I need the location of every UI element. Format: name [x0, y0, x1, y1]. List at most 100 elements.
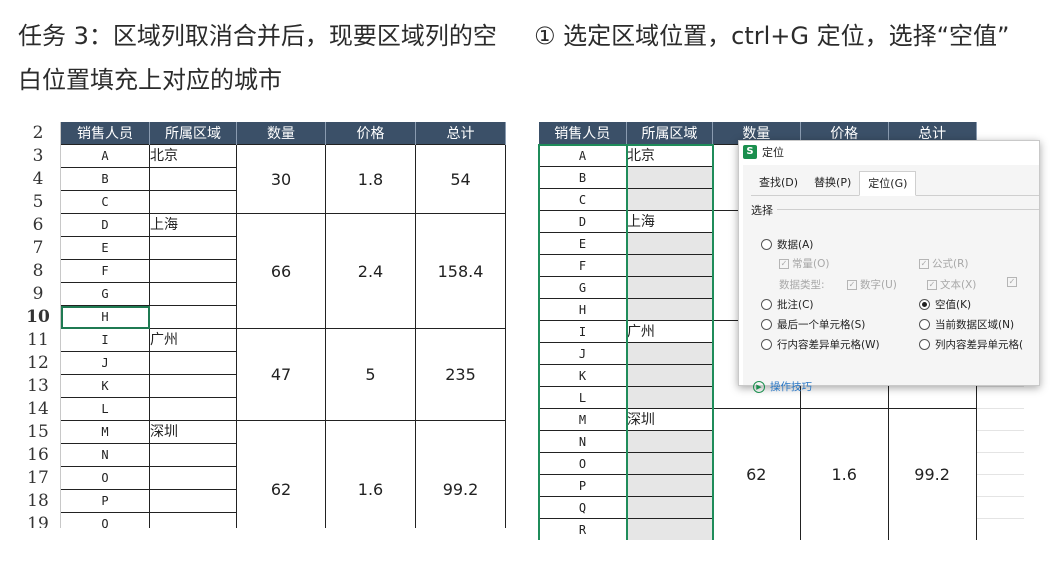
- option-col-diff[interactable]: 列内容差异单元格(: [919, 337, 1023, 352]
- region-cell-blank-selected[interactable]: [625, 518, 713, 540]
- radio-blank[interactable]: [919, 299, 930, 310]
- person-cell[interactable]: I: [60, 328, 150, 352]
- row-number[interactable]: 15: [16, 420, 61, 444]
- option-data[interactable]: 数据(A): [761, 237, 813, 252]
- option-current-region[interactable]: 当前数据区域(N): [919, 317, 1014, 332]
- row-number[interactable]: 3: [16, 144, 61, 168]
- region-cell-empty[interactable]: [149, 236, 237, 260]
- empty-cell[interactable]: [976, 518, 1024, 540]
- region-cell-blank-selected[interactable]: [625, 232, 713, 255]
- person-cell[interactable]: Q: [538, 496, 627, 519]
- person-cell[interactable]: P: [60, 489, 150, 513]
- region-cell[interactable]: 深圳: [625, 408, 713, 431]
- region-cell-empty[interactable]: [149, 282, 237, 306]
- empty-cell[interactable]: [976, 386, 1024, 409]
- region-cell-blank-selected[interactable]: [625, 496, 713, 519]
- row-number[interactable]: 14: [16, 397, 61, 421]
- row-number[interactable]: 16: [16, 443, 61, 467]
- region-cell-blank-selected[interactable]: [625, 452, 713, 475]
- region-cell-empty[interactable]: [149, 190, 237, 214]
- option-last-cell[interactable]: 最后一个单元格(S): [761, 317, 865, 332]
- person-cell[interactable]: C: [60, 190, 150, 214]
- person-cell[interactable]: M: [60, 420, 150, 444]
- radio-row-diff[interactable]: [761, 339, 772, 350]
- option-comment[interactable]: 批注(C): [761, 297, 814, 312]
- person-cell[interactable]: I: [538, 320, 627, 343]
- column-header[interactable]: 数量: [236, 122, 326, 145]
- region-cell-blank-selected[interactable]: [625, 276, 713, 299]
- person-cell[interactable]: D: [538, 210, 627, 233]
- quantity-cell[interactable]: 62: [236, 420, 326, 528]
- person-cell[interactable]: F: [60, 259, 150, 283]
- person-cell[interactable]: E: [538, 232, 627, 255]
- person-cell[interactable]: P: [538, 474, 627, 497]
- quantity-cell[interactable]: 30: [236, 144, 326, 214]
- quantity-cell[interactable]: 66: [236, 213, 326, 329]
- region-cell-blank-selected[interactable]: [625, 254, 713, 277]
- region-cell-empty[interactable]: [149, 466, 237, 490]
- empty-cell[interactable]: [976, 408, 1024, 431]
- region-cell-blank-selected[interactable]: [625, 188, 713, 211]
- person-cell[interactable]: L: [60, 397, 150, 421]
- person-cell[interactable]: B: [60, 167, 150, 191]
- column-header[interactable]: 所属区域: [626, 122, 713, 145]
- row-number[interactable]: 2: [16, 122, 61, 145]
- spreadsheet-left[interactable]: 2 销售人员 所属区域 数量 价格 总计 3 A 北京 30 1.8 54 4 B 5 C 6 D 上海 66 2.4 1…: [16, 122, 506, 528]
- region-cell-empty[interactable]: [149, 259, 237, 283]
- person-cell[interactable]: N: [60, 443, 150, 467]
- region-cell[interactable]: 上海: [149, 213, 237, 237]
- region-cell[interactable]: 北京: [149, 144, 237, 168]
- person-cell[interactable]: Q: [60, 512, 150, 528]
- radio-current-region[interactable]: [919, 319, 930, 330]
- row-number[interactable]: 12: [16, 351, 61, 375]
- column-header[interactable]: 销售人员: [538, 122, 627, 145]
- region-cell-blank-selected[interactable]: [625, 342, 713, 365]
- person-cell[interactable]: R: [538, 518, 627, 540]
- price-cell[interactable]: 5: [325, 328, 416, 421]
- row-number[interactable]: 8: [16, 259, 61, 283]
- person-cell[interactable]: M: [538, 408, 627, 431]
- total-cell[interactable]: 235: [415, 328, 506, 421]
- empty-cell[interactable]: [976, 474, 1024, 497]
- column-header[interactable]: 销售人员: [60, 122, 150, 145]
- region-cell[interactable]: 广州: [625, 320, 713, 343]
- row-number[interactable]: 4: [16, 167, 61, 191]
- region-cell-blank-selected[interactable]: [625, 474, 713, 497]
- region-cell-empty[interactable]: [149, 305, 237, 329]
- tab-find[interactable]: 查找(D): [751, 171, 806, 195]
- person-cell[interactable]: A: [538, 144, 627, 167]
- price-cell[interactable]: 1.6: [325, 420, 416, 528]
- column-header[interactable]: 总计: [415, 122, 506, 145]
- quantity-cell[interactable]: 47: [236, 328, 326, 421]
- person-cell[interactable]: C: [538, 188, 627, 211]
- person-cell[interactable]: B: [538, 166, 627, 189]
- price-cell[interactable]: 2.4: [325, 213, 416, 329]
- region-cell-empty[interactable]: [149, 167, 237, 191]
- row-number[interactable]: 6: [16, 213, 61, 237]
- column-header[interactable]: 所属区域: [149, 122, 237, 145]
- tab-replace[interactable]: 替换(P): [806, 171, 859, 195]
- row-number[interactable]: 11: [16, 328, 61, 352]
- person-cell[interactable]: K: [60, 374, 150, 398]
- person-cell[interactable]: G: [538, 276, 627, 299]
- person-cell[interactable]: L: [538, 386, 627, 409]
- total-cell[interactable]: 99.2: [887, 408, 977, 540]
- tab-goto[interactable]: 定位(G): [859, 171, 917, 196]
- region-cell[interactable]: 北京: [625, 144, 713, 167]
- region-cell-blank-selected[interactable]: [625, 386, 713, 409]
- region-cell-empty[interactable]: [149, 443, 237, 467]
- row-number[interactable]: 17: [16, 466, 61, 490]
- price-cell[interactable]: 1.8: [325, 144, 416, 214]
- person-cell[interactable]: O: [60, 466, 150, 490]
- row-number[interactable]: 7: [16, 236, 61, 260]
- tips-link[interactable]: ▶ 操作技巧: [753, 379, 812, 394]
- region-cell-empty[interactable]: [149, 374, 237, 398]
- radio-comment[interactable]: [761, 299, 772, 310]
- region-cell-empty[interactable]: [149, 489, 237, 513]
- total-cell[interactable]: 99.2: [415, 420, 506, 528]
- person-cell[interactable]: N: [538, 430, 627, 453]
- row-number[interactable]: 19: [16, 512, 61, 528]
- price-cell[interactable]: 1.6: [799, 408, 889, 540]
- region-cell[interactable]: 广州: [149, 328, 237, 352]
- person-cell[interactable]: D: [60, 213, 150, 237]
